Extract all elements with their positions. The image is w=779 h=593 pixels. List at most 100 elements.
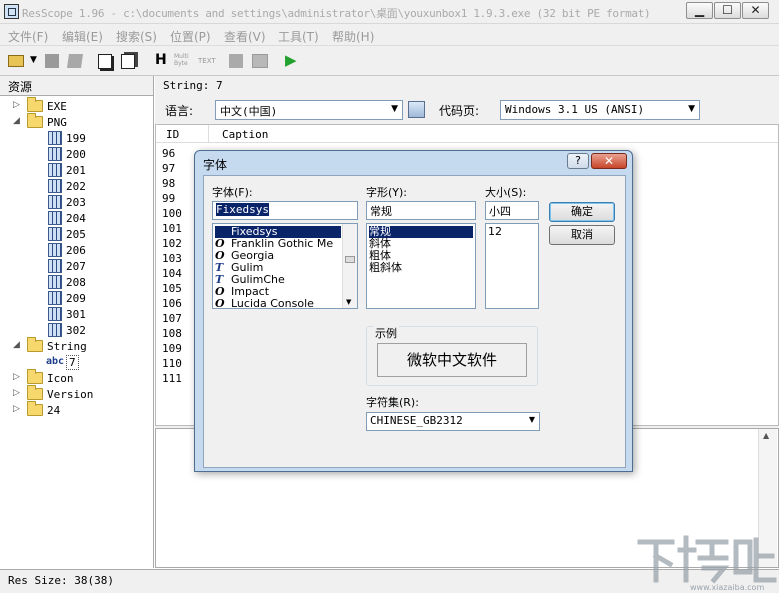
menu-help[interactable]: 帮助(H) bbox=[332, 28, 374, 45]
menu-location[interactable]: 位置(P) bbox=[170, 28, 211, 45]
font-list-scrollbar[interactable]: ▼ bbox=[342, 224, 357, 308]
menu-file[interactable]: 文件(F) bbox=[8, 28, 48, 45]
abc-icon: abc bbox=[46, 356, 65, 367]
size-list[interactable]: 12 bbox=[485, 223, 539, 309]
tree-node[interactable]: 209 bbox=[0, 291, 150, 307]
grid-row-id[interactable]: 106 bbox=[162, 297, 182, 310]
folder-icon bbox=[27, 369, 43, 384]
multibyte-button[interactable]: Multi Byte bbox=[174, 53, 194, 67]
tree-node-label: EXE bbox=[47, 100, 67, 113]
language-value: 中文(中国) bbox=[220, 105, 278, 118]
expander-icon[interactable]: ◢ bbox=[12, 117, 21, 127]
ok-button[interactable]: 确定 bbox=[549, 202, 615, 222]
dropdown-arrow-icon[interactable]: ▼ bbox=[30, 55, 37, 65]
save-icon[interactable] bbox=[45, 54, 59, 68]
grid-row-id[interactable]: 104 bbox=[162, 267, 182, 280]
resource-icon bbox=[48, 243, 62, 257]
cancel-button[interactable]: 取消 bbox=[549, 225, 615, 245]
run-icon[interactable]: ▶ bbox=[285, 51, 297, 69]
tree-node[interactable]: 203 bbox=[0, 195, 150, 211]
font-input[interactable]: Fixedsys bbox=[212, 201, 358, 220]
tree-node[interactable]: 207 bbox=[0, 259, 150, 275]
help-button[interactable]: ? bbox=[567, 153, 589, 169]
dialog-close-button[interactable]: ✕ bbox=[591, 153, 627, 169]
expander-icon[interactable]: ▷ bbox=[12, 373, 21, 383]
save-all-icon[interactable] bbox=[67, 54, 83, 68]
tree-node[interactable]: ◢ PNG bbox=[0, 113, 150, 131]
font-list[interactable]: ▼ Fixedsys O Franklin Gothic Me O Georgia T Gu… bbox=[212, 223, 358, 309]
style-list-item[interactable]: 粗斜体 bbox=[369, 262, 473, 274]
resource-icon bbox=[48, 195, 62, 209]
size-list-item[interactable]: 12 bbox=[488, 226, 502, 238]
grid-row-id[interactable]: 103 bbox=[162, 252, 182, 265]
tree-node[interactable]: ▷ 24 bbox=[0, 401, 150, 419]
style-list[interactable]: 常规 斜体 粗体 粗斜体 bbox=[366, 223, 476, 309]
column-id[interactable]: ID bbox=[166, 128, 179, 141]
tree-node[interactable]: 204 bbox=[0, 211, 150, 227]
grid-row-id[interactable]: 111 bbox=[162, 372, 182, 385]
menu-view[interactable]: 查看(V) bbox=[224, 28, 266, 45]
language-select[interactable]: 中文(中国) ▼ bbox=[215, 100, 403, 120]
font-list-item[interactable]: O Lucida Console bbox=[215, 298, 341, 309]
expander-icon[interactable]: ▷ bbox=[12, 101, 21, 111]
style-input[interactable]: 常规 bbox=[366, 201, 476, 220]
tree-node[interactable]: ▷ Icon bbox=[0, 369, 150, 387]
grid-row-id[interactable]: 98 bbox=[162, 177, 175, 190]
grid-row-id[interactable]: 108 bbox=[162, 327, 182, 340]
menu-search[interactable]: 搜索(S) bbox=[116, 28, 157, 45]
tree-node[interactable]: 206 bbox=[0, 243, 150, 259]
tree-node[interactable]: 205 bbox=[0, 227, 150, 243]
tree-node-label: PNG bbox=[47, 116, 67, 129]
column-caption[interactable]: Caption bbox=[222, 128, 268, 141]
expander-icon[interactable]: ◢ bbox=[12, 341, 21, 351]
grid-row-id[interactable]: 107 bbox=[162, 312, 182, 325]
open-folder-icon[interactable] bbox=[8, 55, 24, 67]
string-header: String: 7 bbox=[155, 76, 779, 96]
expander-icon[interactable]: ▷ bbox=[12, 405, 21, 415]
grid-row-id[interactable]: 102 bbox=[162, 237, 182, 250]
window-icon[interactable] bbox=[252, 54, 268, 68]
tree-node[interactable]: ◢ String bbox=[0, 337, 150, 355]
menu-tools[interactable]: 工具(T) bbox=[278, 28, 319, 45]
paste-icon[interactable] bbox=[121, 54, 135, 69]
close-window-button[interactable]: ✕ bbox=[742, 2, 769, 19]
grid-row-id[interactable]: 96 bbox=[162, 147, 175, 160]
charset-select[interactable]: CHINESE_GB2312 ▼ bbox=[366, 412, 540, 431]
tree-node[interactable]: 199 bbox=[0, 131, 150, 147]
tree-node-label: 208 bbox=[66, 276, 86, 289]
tree-node[interactable]: 200 bbox=[0, 147, 150, 163]
grid-row-id[interactable]: 105 bbox=[162, 282, 182, 295]
scroll-thumb[interactable] bbox=[345, 256, 355, 263]
expander-icon[interactable]: ▷ bbox=[12, 389, 21, 399]
grid-row-id[interactable]: 97 bbox=[162, 162, 175, 175]
tree-node[interactable]: ▷ EXE bbox=[0, 97, 150, 115]
tree-node[interactable]: ▷ Version bbox=[0, 385, 150, 403]
maximize-button[interactable]: ☐ bbox=[714, 2, 741, 19]
codepage-select[interactable]: Windows 3.1 US (ANSI) ▼ bbox=[500, 100, 700, 120]
grid-row-id[interactable]: 100 bbox=[162, 207, 182, 220]
scroll-up-icon[interactable]: ▲ bbox=[763, 431, 769, 440]
size-input[interactable]: 小四 bbox=[485, 201, 539, 220]
size-label: 大小(S): bbox=[485, 186, 527, 199]
tree-node[interactable]: 208 bbox=[0, 275, 150, 291]
grid-row-id[interactable]: 99 bbox=[162, 192, 175, 205]
tree-node[interactable]: 301 bbox=[0, 307, 150, 323]
scroll-down-icon[interactable]: ▼ bbox=[346, 298, 351, 306]
menu-edit[interactable]: 编辑(E) bbox=[62, 28, 103, 45]
text-view-button[interactable]: TEXT bbox=[198, 57, 216, 65]
grid-row-id[interactable]: 109 bbox=[162, 342, 182, 355]
grid-row-id[interactable]: 110 bbox=[162, 357, 182, 370]
grid-icon[interactable] bbox=[229, 54, 243, 68]
hex-view-button[interactable]: H bbox=[155, 52, 167, 68]
dialog-title: 字体 bbox=[203, 158, 228, 172]
font-settings-icon[interactable] bbox=[408, 101, 425, 118]
tree-node[interactable]: abc 7 bbox=[0, 355, 150, 371]
menu-bar: 文件(F) 编辑(E) 搜索(S) 位置(P) 查看(V) 工具(T) 帮助(H… bbox=[0, 24, 779, 46]
tree-node[interactable]: 202 bbox=[0, 179, 150, 195]
tree-node[interactable]: 302 bbox=[0, 323, 150, 339]
minimize-button[interactable]: ▁ bbox=[686, 2, 713, 19]
grid-row-id[interactable]: 101 bbox=[162, 222, 182, 235]
tree-node[interactable]: 201 bbox=[0, 163, 150, 179]
copy-icon[interactable] bbox=[98, 54, 112, 69]
title-bar: ResScope 1.96 - c:\documents and setting… bbox=[0, 0, 779, 24]
